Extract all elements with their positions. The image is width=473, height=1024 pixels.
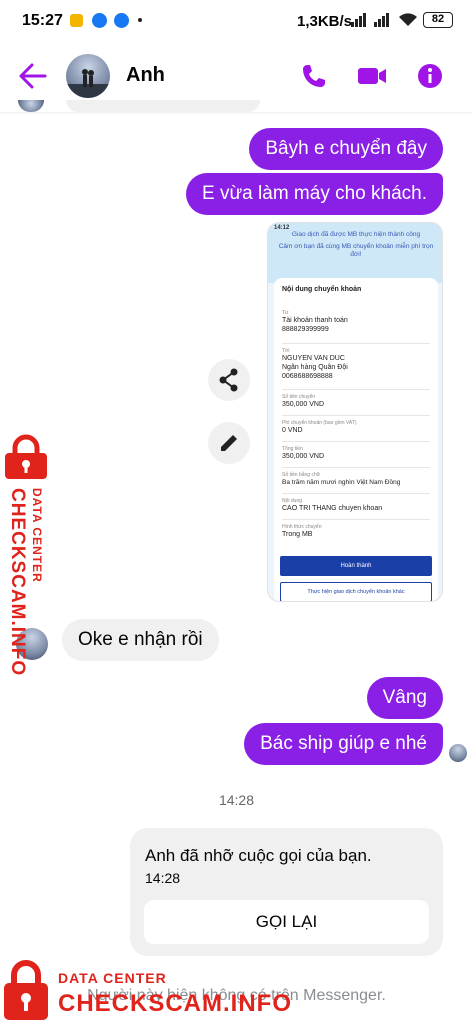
pencil-icon bbox=[221, 435, 237, 451]
wifi-icon bbox=[399, 13, 417, 26]
receipt-note-line: Cảm ơn bạn đã cùng MB chuyển khoản miễn … bbox=[278, 243, 434, 258]
sent-message[interactable]: Bâyh e chuyển đây bbox=[249, 128, 443, 170]
watermark-domain: CHECKSCAM.INFO bbox=[58, 990, 292, 1017]
more-notifications-dot bbox=[138, 18, 142, 22]
missed-call-card: Anh đã nhỡ cuộc gọi của bạn. 14:28 GỌI L… bbox=[130, 828, 443, 956]
network-speed: 1,3KB/s bbox=[297, 13, 353, 30]
video-camera-icon[interactable] bbox=[356, 62, 388, 90]
receipt-new-transfer-button: Thực hiện giao dịch chuyển khoản khác bbox=[280, 582, 432, 601]
status-bar: 15:27 1,3KB/s 82 bbox=[0, 0, 473, 40]
notification-icon bbox=[70, 14, 83, 27]
bank-receipt-image[interactable]: 14:12 Giao dịch đã được MB thực hiện thà… bbox=[267, 222, 443, 602]
field-value: Ba trăm năm mươi nghìn Việt Nam Đồng bbox=[282, 479, 401, 486]
previous-message-edge bbox=[66, 100, 260, 112]
back-arrow-icon[interactable] bbox=[18, 62, 48, 90]
field-value: 350,000 VND bbox=[282, 453, 325, 460]
watermark-vertical-domain: CHECKSCAM.INFO bbox=[7, 488, 28, 677]
signal-icon bbox=[374, 13, 389, 27]
lock-watermark-icon bbox=[5, 434, 47, 479]
sent-message[interactable]: Bác ship giúp e nhé bbox=[244, 723, 443, 765]
status-time: 15:27 bbox=[22, 12, 63, 29]
signal-icon bbox=[351, 13, 366, 27]
phone-icon[interactable] bbox=[300, 62, 328, 90]
field-value: CAO TRI THANG chuyen khoan bbox=[282, 505, 383, 512]
receipt-field: Tới NGUYEN VAN DUC Ngân hàng Quân Đội 00… bbox=[282, 348, 430, 390]
receipt-note: Giao dịch đã được MB thực hiện thành côn… bbox=[278, 231, 434, 259]
receipt-card: Nội dung chuyển khoản Từ Tài khoản thanh… bbox=[274, 278, 438, 601]
seen-avatar bbox=[449, 744, 467, 762]
receipt-field: Hình thức chuyển Trong MB bbox=[282, 524, 430, 546]
field-value: 0 VND bbox=[282, 427, 303, 434]
chat-timestamp: 14:28 bbox=[218, 792, 255, 808]
messenger-notification-icon bbox=[92, 13, 107, 28]
call-back-button[interactable]: GỌI LẠI bbox=[144, 900, 429, 944]
field-value: NGUYEN VAN DUC bbox=[282, 355, 345, 362]
missed-call-text: Anh đã nhỡ cuộc gọi của bạn. bbox=[145, 846, 372, 865]
battery-icon: 82 bbox=[423, 12, 453, 28]
receipt-field: Phí chuyển khoản (bao gồm VAT) 0 VND bbox=[282, 420, 430, 442]
contact-name[interactable]: Anh bbox=[126, 64, 165, 87]
info-icon[interactable] bbox=[416, 62, 444, 90]
field-value: 350,000 VND bbox=[282, 401, 325, 408]
share-button[interactable] bbox=[208, 359, 250, 401]
receipt-field: Số tiền chuyển 350,000 VND bbox=[282, 394, 430, 416]
field-value: 0068688698888 bbox=[282, 373, 333, 380]
watermark-label: DATA CENTER bbox=[58, 970, 167, 986]
sent-message[interactable]: Vâng bbox=[366, 677, 443, 719]
receipt-field: Tổng tiền 350,000 VND bbox=[282, 446, 430, 468]
contact-avatar[interactable] bbox=[66, 54, 110, 98]
field-value: Trong MB bbox=[282, 531, 313, 538]
field-value: Tài khoản thanh toán bbox=[282, 317, 348, 324]
field-value: Ngân hàng Quân Đội bbox=[282, 364, 348, 371]
receipt-done-button: Hoàn thành bbox=[280, 556, 432, 576]
watermark-vertical-label: DATA CENTER bbox=[30, 488, 44, 583]
field-value: 888829399999 bbox=[282, 326, 329, 333]
receipt-field: Số tiền bằng chữ Ba trăm năm mươi nghìn … bbox=[282, 472, 430, 494]
received-message[interactable]: Oke e nhận rồi bbox=[62, 619, 219, 661]
share-icon bbox=[219, 368, 238, 392]
receipt-note-line: Giao dịch đã được MB thực hiện thành côn… bbox=[291, 231, 421, 238]
receipt-field: Từ Tài khoản thanh toán 888829399999 bbox=[282, 310, 430, 344]
messenger-notification-icon bbox=[114, 13, 129, 28]
edit-button[interactable] bbox=[208, 422, 250, 464]
receipt-field: Nội dung CAO TRI THANG chuyen khoan bbox=[282, 498, 430, 520]
lock-watermark-icon bbox=[4, 960, 48, 1020]
sent-message[interactable]: E vừa làm máy cho khách. bbox=[186, 173, 443, 215]
receipt-card-title: Nội dung chuyển khoản bbox=[282, 286, 362, 293]
missed-call-time: 14:28 bbox=[145, 870, 181, 886]
